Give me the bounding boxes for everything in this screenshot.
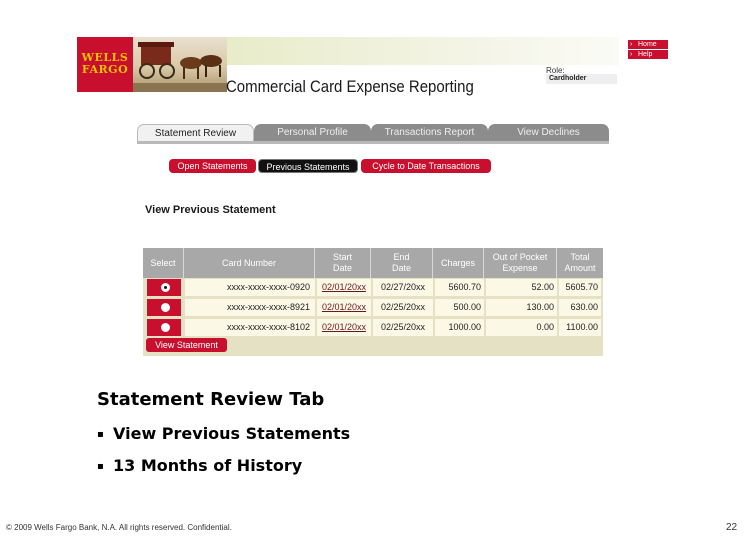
total-cell: 1100.00: [559, 319, 601, 336]
tab-personal-profile[interactable]: Personal Profile: [254, 124, 371, 142]
header-skybar: [227, 37, 619, 65]
start-date-link[interactable]: 02/01/20xx: [317, 319, 371, 336]
bullet-icon: ▪: [97, 429, 104, 440]
tab-transactions-report[interactable]: Transactions Report: [371, 124, 488, 142]
total-cell: 630.00: [559, 299, 601, 316]
table-row[interactable]: xxxx-xxxx-xxxx-8102 02/01/20xx 02/25/20x…: [143, 317, 603, 337]
tabs-divider: [137, 141, 609, 144]
help-link[interactable]: › Help: [628, 50, 668, 59]
select-cell: [147, 299, 181, 316]
col-charges: Charges: [433, 248, 484, 278]
bullet-icon: ▪: [97, 461, 104, 472]
help-link-label: Help: [638, 51, 653, 58]
bullet-text: 13 Months of History: [113, 456, 303, 475]
charges-cell: 5600.70: [435, 279, 484, 296]
home-link[interactable]: › Home: [628, 40, 668, 49]
col-out-of-pocket: Out of Pocket Expense: [484, 248, 557, 278]
total-cell: 5605.70: [559, 279, 601, 296]
oop-cell: 52.00: [486, 279, 557, 296]
home-link-label: Home: [638, 41, 657, 48]
start-date-link[interactable]: 02/01/20xx: [317, 299, 371, 316]
tab-view-declines[interactable]: View Declines: [488, 124, 609, 142]
select-cell: [147, 319, 181, 336]
select-cell: [147, 279, 181, 296]
start-date-link[interactable]: 02/01/20xx: [317, 279, 371, 296]
card-number-cell: xxxx-xxxx-xxxx-8102: [185, 319, 315, 336]
page-number: 22: [726, 522, 738, 533]
logo-line2: FARGO: [81, 63, 129, 76]
subtab-open-statements[interactable]: Open Statements: [169, 159, 256, 173]
card-number-cell: xxxx-xxxx-xxxx-0920: [185, 279, 315, 296]
oop-cell: 130.00: [486, 299, 557, 316]
col-card-number: Card Number: [184, 248, 315, 278]
bullet-text: View Previous Statements: [113, 424, 351, 443]
row-radio[interactable]: [161, 323, 170, 332]
col-end-date: End Date: [371, 248, 433, 278]
caption-bullet: ▪ View Previous Statements: [97, 424, 350, 443]
view-statement-button[interactable]: View Statement: [146, 338, 227, 352]
table-header: Select Card Number Start Date End Date C…: [143, 248, 603, 278]
col-start-date: Start Date: [315, 248, 371, 278]
end-date-cell: 02/25/20xx: [373, 299, 433, 316]
table-row[interactable]: xxxx-xxxx-xxxx-0920 02/01/20xx 02/27/20x…: [143, 277, 603, 297]
oop-cell: 0.00: [486, 319, 557, 336]
tab-statement-review[interactable]: Statement Review: [137, 124, 254, 142]
caption-bullet: ▪ 13 Months of History: [97, 456, 302, 475]
end-date-cell: 02/27/20xx: [373, 279, 433, 296]
table-row[interactable]: xxxx-xxxx-xxxx-8921 02/01/20xx 02/25/20x…: [143, 297, 603, 317]
wells-fargo-logo[interactable]: WELLS FARGO: [77, 37, 133, 92]
row-radio[interactable]: [161, 283, 170, 292]
charges-cell: 1000.00: [435, 319, 484, 336]
chevron-right-icon: ›: [630, 41, 633, 48]
role-value: Cardholder: [546, 74, 617, 84]
end-date-cell: 02/25/20xx: [373, 319, 433, 336]
caption-title: Statement Review Tab: [97, 389, 325, 410]
charges-cell: 500.00: [435, 299, 484, 316]
section-title: View Previous Statement: [145, 204, 276, 216]
subtab-cycle-to-date[interactable]: Cycle to Date Transactions: [361, 159, 491, 173]
copyright-footer: © 2009 Wells Fargo Bank, N.A. All rights…: [6, 523, 232, 532]
card-number-cell: xxxx-xxxx-xxxx-8921: [185, 299, 315, 316]
subtab-previous-statements[interactable]: Previous Statements: [258, 159, 358, 173]
header-banner: WELLS FARGO Commercial Card Expense Repo…: [77, 37, 668, 96]
chevron-right-icon: ›: [630, 51, 633, 58]
row-radio[interactable]: [161, 303, 170, 312]
col-total-amount: Total Amount: [564, 252, 596, 273]
col-select: Select: [143, 248, 184, 278]
app-title: Commercial Card Expense Reporting: [226, 77, 474, 96]
stagecoach-image: [133, 37, 227, 92]
